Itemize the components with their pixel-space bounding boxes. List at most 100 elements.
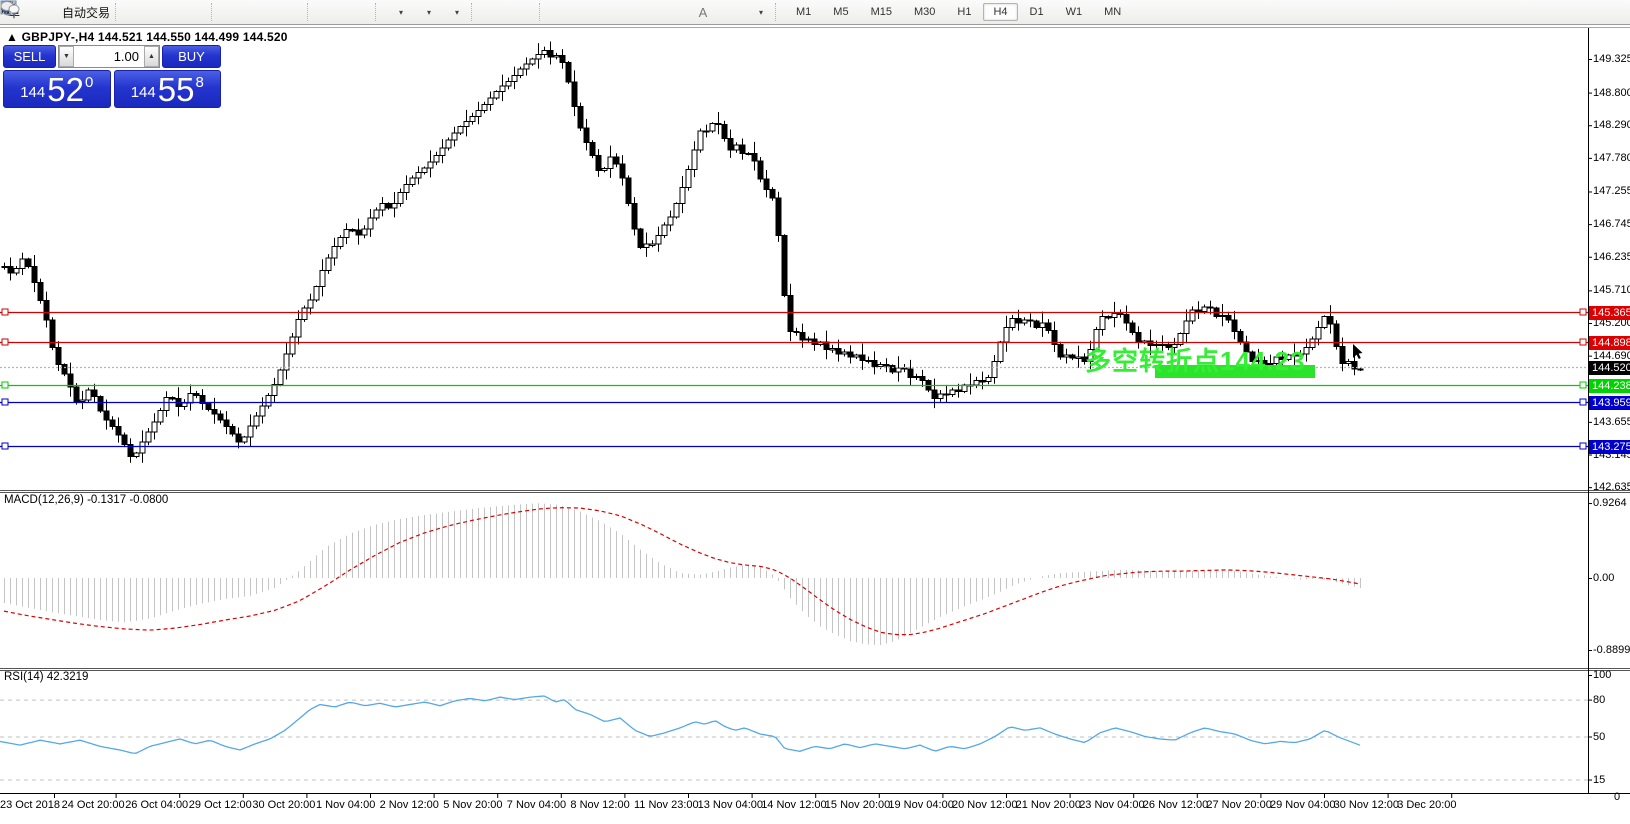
timeframe-M15[interactable]: M15 — [861, 3, 902, 21]
candle-body — [1058, 344, 1063, 357]
cursor-icon[interactable] — [481, 2, 509, 22]
candle-body — [1112, 313, 1117, 317]
arrows-button[interactable]: ▾ — [745, 2, 773, 22]
autotrading-button[interactable]: 自动交易 — [56, 2, 113, 22]
indicators-button[interactable]: ▾ — [385, 2, 413, 22]
candle-body — [302, 308, 307, 319]
timeframe-D1[interactable]: D1 — [1020, 3, 1054, 21]
text-icon[interactable]: A — [689, 2, 717, 22]
collapse-triangle-icon[interactable]: ▲ — [6, 30, 18, 44]
candle-body — [554, 55, 559, 56]
candle-body — [410, 178, 415, 184]
date-axis-label: 1 Nov 04:00 — [316, 799, 375, 811]
candle-body — [134, 453, 139, 456]
line-handle — [2, 399, 8, 405]
volume-increase-button[interactable]: ▲ — [144, 46, 159, 67]
chart-canvas[interactable] — [0, 0, 1630, 824]
candle-body — [440, 148, 445, 155]
expert-advisors-icon[interactable] — [28, 2, 56, 22]
timeframe-group: M1M5M15M30H1H4D1W1MN — [785, 3, 1132, 21]
candle-body — [170, 398, 175, 399]
candle-body — [332, 247, 337, 258]
candle-body — [788, 295, 793, 331]
chart-bars-icon[interactable] — [125, 2, 153, 22]
auto-scroll-icon[interactable] — [317, 2, 345, 22]
price-axis-label: 148.290 — [1593, 119, 1630, 131]
candle-body — [980, 381, 985, 382]
volume-input[interactable] — [74, 46, 144, 67]
text-label-icon[interactable]: T — [717, 2, 745, 22]
chevron-down-icon: ▾ — [455, 8, 459, 17]
chart-shift-icon[interactable] — [345, 2, 373, 22]
candle-body — [530, 59, 535, 64]
crosshair-icon[interactable] — [509, 2, 537, 22]
candle-body — [1208, 307, 1213, 308]
horizontal-line-icon[interactable] — [577, 2, 605, 22]
price-axis-label: 142.635 — [1593, 481, 1630, 493]
autotrading-label: 自动交易 — [62, 4, 110, 21]
candle-body — [458, 127, 463, 133]
date-axis-label: 23 Oct 2018 — [0, 799, 60, 811]
equidistant-channel-icon[interactable]: E — [633, 2, 661, 22]
line-handle — [2, 339, 8, 345]
zoom-out-icon[interactable] — [249, 2, 277, 22]
candle-body — [308, 300, 313, 308]
date-axis-label: 30 Nov 12:00 — [1334, 799, 1399, 811]
trendline-icon[interactable] — [605, 2, 633, 22]
timeframe-M5[interactable]: M5 — [823, 3, 858, 21]
search-icon[interactable] — [1568, 2, 1596, 22]
periods-button[interactable]: ▾ — [413, 2, 441, 22]
vertical-line-icon[interactable] — [549, 2, 577, 22]
date-axis-label: 3 Dec 20:00 — [1397, 799, 1456, 811]
candle-body — [734, 145, 739, 150]
line-handle — [1580, 382, 1586, 388]
rsi-label: RSI(14) 42.3219 — [4, 671, 88, 683]
sell-button[interactable]: SELL — [3, 45, 56, 68]
buy-price-button[interactable]: 144558 — [114, 70, 222, 108]
candle-body — [242, 437, 247, 442]
chevron-down-icon: ▾ — [759, 8, 763, 17]
candle-body — [1202, 307, 1207, 311]
candle-body — [1118, 313, 1123, 314]
rsi-axis-zero-label: 0 — [1614, 791, 1620, 803]
candle-body — [38, 282, 43, 300]
timeframe-H4[interactable]: H4 — [983, 3, 1017, 21]
sell-price-sup: 0 — [85, 74, 93, 91]
zoom-in-icon[interactable] — [221, 2, 249, 22]
toolbar-separator — [115, 3, 123, 21]
volume-decrease-button[interactable]: ▼ — [59, 46, 74, 67]
candle-body — [338, 238, 343, 247]
candle-body — [782, 236, 787, 296]
candle-body — [896, 368, 901, 372]
symbol-timeframe: GBPJPY-,H4 — [22, 30, 95, 44]
chart-line-icon[interactable] — [181, 2, 209, 22]
templates-button[interactable]: ▾ — [441, 2, 469, 22]
tile-windows-icon[interactable] — [277, 2, 305, 22]
candle-body — [878, 365, 883, 367]
candle-body — [884, 365, 889, 366]
candle-body — [392, 204, 397, 208]
candle-body — [248, 426, 253, 437]
timeframe-W1[interactable]: W1 — [1056, 3, 1093, 21]
candle-body — [344, 230, 349, 238]
candle-body — [1322, 317, 1327, 328]
candle-body — [842, 352, 847, 354]
candle-body — [236, 434, 241, 442]
candle-body — [110, 420, 115, 426]
line-handle — [1580, 443, 1586, 449]
chat-icon[interactable] — [1596, 2, 1624, 22]
timeframe-H1[interactable]: H1 — [947, 3, 981, 21]
candle-body — [2, 266, 7, 267]
timeframe-M30[interactable]: M30 — [904, 3, 945, 21]
fibonacci-icon[interactable]: F — [661, 2, 689, 22]
rsi-axis-label: 50 — [1593, 731, 1605, 743]
chart-candles-icon[interactable] — [153, 2, 181, 22]
buy-button[interactable]: BUY — [162, 45, 221, 68]
candle-body — [740, 145, 745, 154]
candle-body — [350, 230, 355, 231]
timeframe-MN[interactable]: MN — [1094, 3, 1131, 21]
sell-price-button[interactable]: 144520 — [3, 70, 111, 108]
macd-axis-label: -0.8899 — [1593, 644, 1630, 656]
line-handle — [2, 309, 8, 315]
timeframe-M1[interactable]: M1 — [786, 3, 821, 21]
